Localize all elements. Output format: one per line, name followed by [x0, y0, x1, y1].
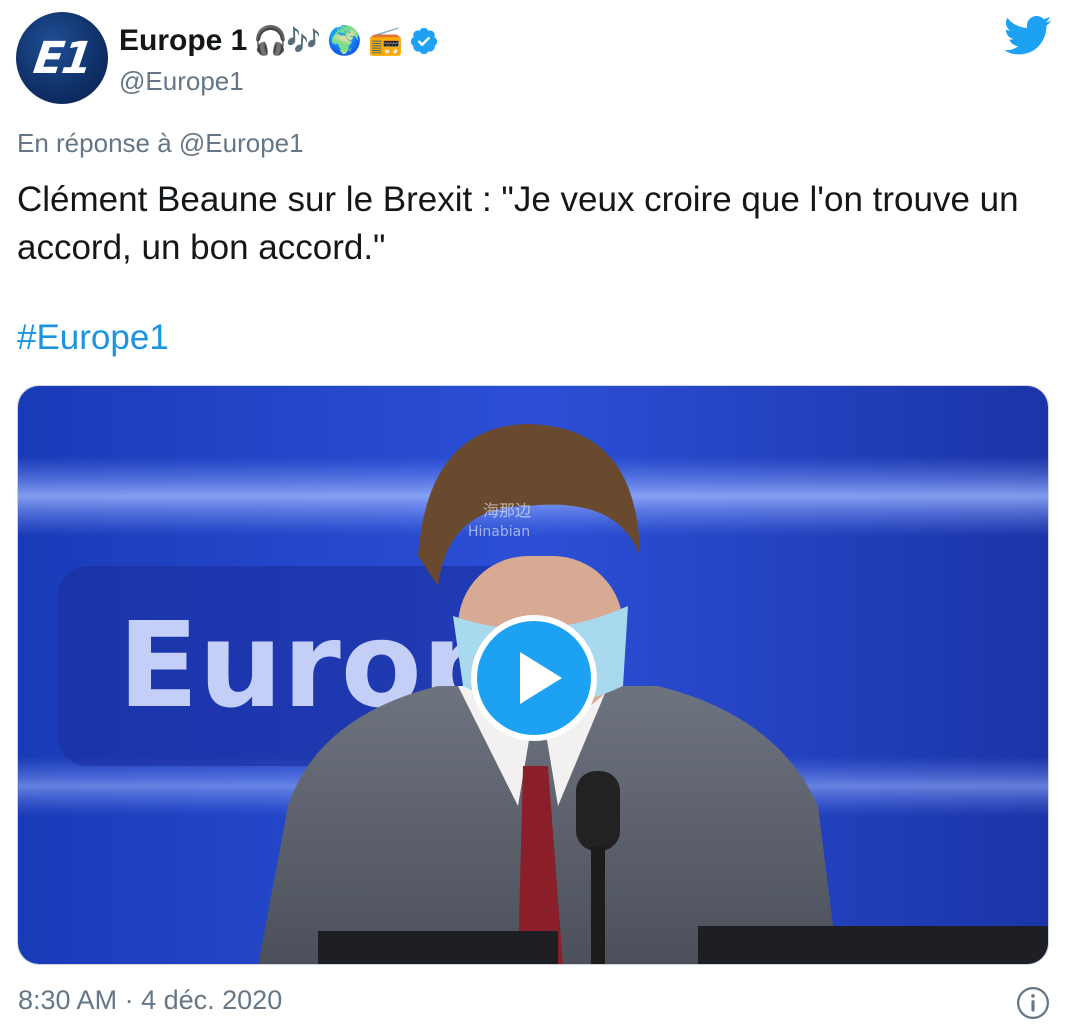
display-name[interactable]: Europe 1	[119, 24, 247, 58]
tweet-time: 8:30 AM	[18, 985, 118, 1015]
play-icon[interactable]	[470, 614, 598, 742]
verified-badge-icon	[410, 27, 437, 55]
emoji-radio: 📻	[368, 24, 403, 57]
reply-mention-link[interactable]: @Europe1	[179, 128, 304, 158]
watermark-cn: 海那边	[483, 501, 531, 520]
avatar-logo-text: E1	[30, 32, 94, 84]
name-row: Europe 1 🎧 🎶 🌍 📻	[119, 24, 439, 58]
emoji-globe: 🌍	[327, 24, 362, 57]
avatar[interactable]: E1	[16, 12, 108, 104]
video-player[interactable]: Europe 海那边 Hinabian	[17, 385, 1049, 965]
emoji-headphones: 🎧	[253, 24, 289, 57]
tweet-header: E1 Europe 1 🎧 🎶 🌍 📻 @Europe1	[16, 12, 1052, 104]
watermark-en: Hinabian	[468, 524, 530, 540]
hashtag-link[interactable]: #Europe1	[17, 318, 169, 358]
reply-context: En réponse à @Europe1	[17, 128, 304, 159]
timestamp-separator: ·	[124, 985, 134, 1015]
tweet-timestamp[interactable]: 8:30 AM · 4 déc. 2020	[18, 985, 282, 1016]
account-handle[interactable]: @Europe1	[119, 66, 244, 97]
twitter-bird-icon[interactable]	[1004, 16, 1052, 56]
info-icon[interactable]	[1016, 986, 1050, 1020]
tweet-text: Clément Beaune sur le Brexit : "Je veux …	[17, 180, 1019, 267]
emoji-music: 🎶	[286, 24, 322, 57]
reply-prefix: En réponse à	[17, 128, 172, 158]
tweet-date: 4 déc. 2020	[141, 985, 283, 1015]
